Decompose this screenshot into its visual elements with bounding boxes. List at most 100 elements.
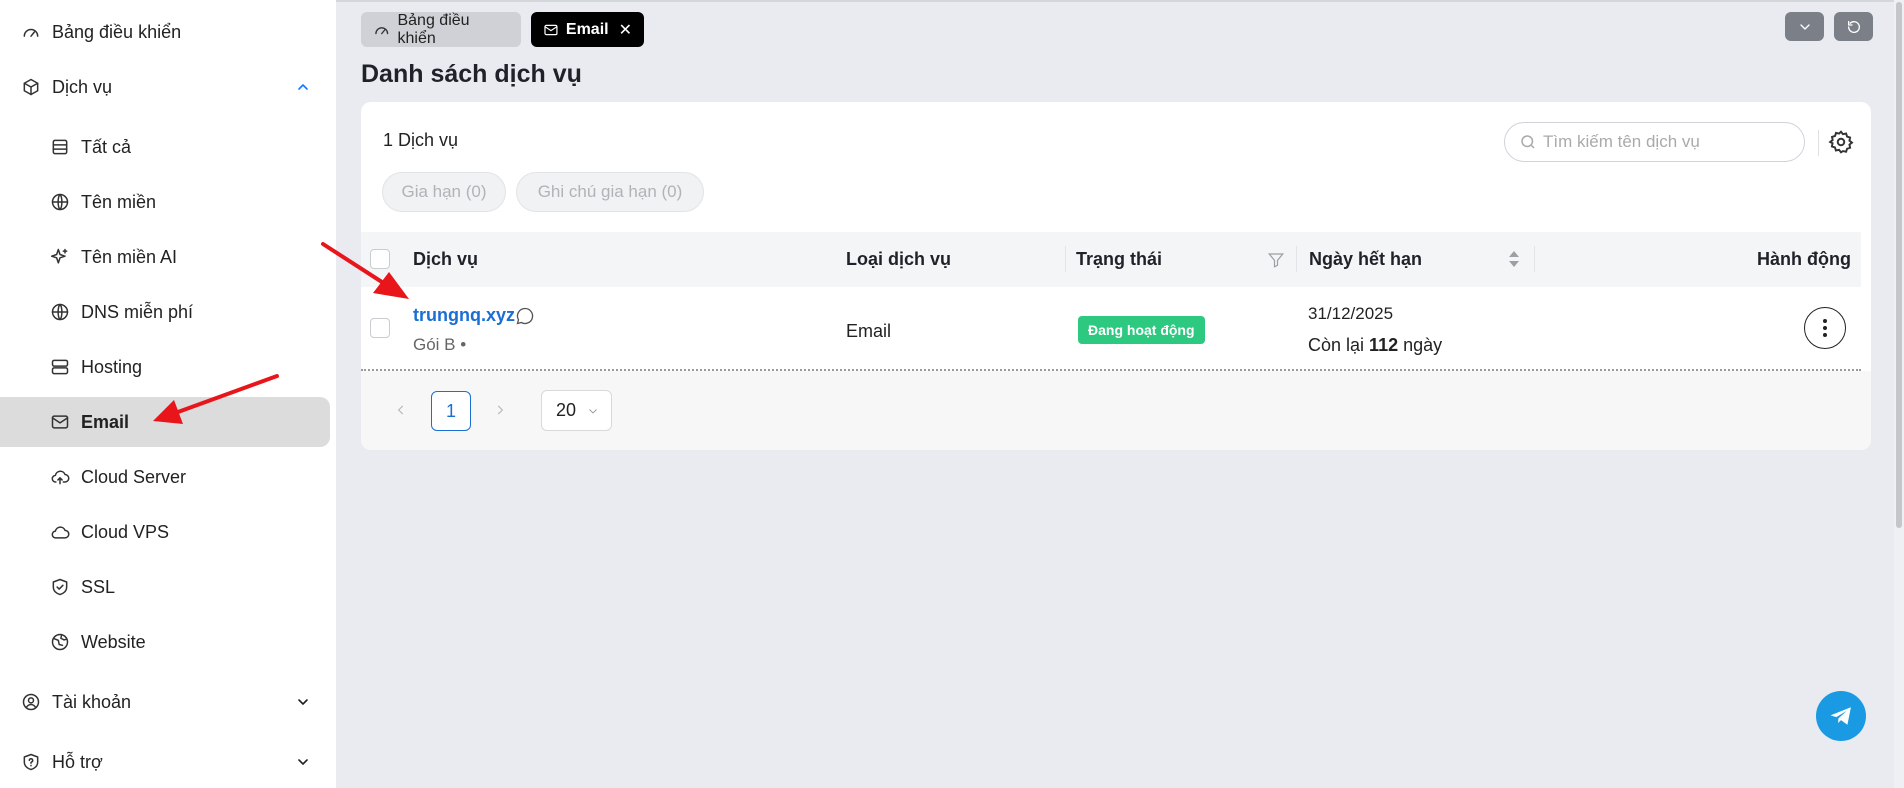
gauge-icon — [20, 21, 42, 43]
sidebar: Bảng điều khiển Dịch vụ Tất cả Tên miền … — [0, 0, 336, 788]
sidebar-item-label: Email — [81, 411, 130, 432]
chevron-left-icon — [397, 405, 404, 415]
sidebar-item-label: Tên miền — [81, 191, 157, 212]
column-type: Loại dịch vụ — [846, 249, 952, 269]
filter-icon[interactable] — [1267, 232, 1285, 287]
sidebar-item-ai-domain[interactable]: Tên miền AI — [0, 232, 330, 282]
service-type: Email — [846, 321, 892, 341]
page-size-select[interactable]: 20 — [541, 390, 612, 431]
shield-question-icon — [20, 751, 42, 773]
page-1-button[interactable]: 1 — [431, 391, 471, 431]
pagination: 1 20 — [361, 371, 1871, 450]
table-row: trungnq.xyz Gói B • Email Đang hoạt động… — [361, 287, 1861, 371]
tab-label: Email — [565, 20, 609, 38]
sidebar-item-label: SSL — [81, 576, 116, 597]
column-status: Trạng thái — [1076, 249, 1163, 269]
sidebar-item-cloud-vps[interactable]: Cloud VPS — [0, 507, 330, 557]
search-icon — [1521, 135, 1535, 149]
chat-icon[interactable] — [515, 306, 535, 331]
gauge-icon — [375, 26, 389, 34]
collapse-tabs-button[interactable] — [1785, 12, 1824, 41]
sidebar-item-dns[interactable]: DNS miễn phí — [0, 287, 330, 337]
search-placeholder: Tìm kiếm tên dịch vụ — [1543, 132, 1700, 151]
sidebar-item-ssl[interactable]: SSL — [0, 562, 330, 612]
status-badge: Đang hoạt động — [1078, 316, 1205, 344]
column-separator — [1534, 246, 1535, 272]
divider — [1818, 130, 1819, 156]
sparkle-icon — [49, 246, 71, 268]
sidebar-item-email[interactable]: Email — [0, 397, 330, 447]
gear-icon[interactable] — [1828, 129, 1854, 155]
server-icon — [49, 356, 71, 378]
sidebar-item-website[interactable]: Website — [0, 617, 330, 667]
mail-icon — [544, 24, 558, 35]
sidebar-item-label: Cloud VPS — [81, 521, 170, 542]
sidebar-item-label: Hosting — [81, 356, 143, 377]
sidebar-item-support[interactable]: Hỗ trợ — [0, 737, 336, 787]
filter-renew-note-button[interactable]: Ghi chú gia hạn (0) — [516, 172, 704, 212]
close-icon[interactable]: ✕ — [619, 20, 632, 40]
sidebar-item-account[interactable]: Tài khoản — [0, 677, 336, 727]
user-circle-icon — [20, 691, 42, 713]
remaining-days: Còn lại 112 ngày — [1308, 335, 1442, 356]
more-actions-button[interactable] — [1804, 307, 1846, 349]
tab-dashboard[interactable]: Bảng điều khiển — [361, 12, 521, 47]
sidebar-item-services[interactable]: Dịch vụ — [0, 62, 336, 112]
scrollbar-thumb[interactable] — [1896, 2, 1902, 528]
sidebar-item-label: Bảng điều khiển — [52, 21, 182, 42]
column-expiry[interactable]: Ngày hết hạn — [1309, 232, 1422, 287]
remaining-count: 112 — [1369, 335, 1399, 355]
globe-icon — [49, 191, 71, 213]
table-header: Dịch vụ Loại dịch vụ Trạng thái Ngày hết… — [361, 232, 1861, 287]
sidebar-item-label: Cloud Server — [81, 466, 187, 487]
expiry-date: 31/12/2025 — [1308, 304, 1394, 323]
chevron-down-icon — [1799, 23, 1810, 30]
chevron-up-icon[interactable] — [295, 79, 311, 95]
service-name-link[interactable]: trungnq.xyz — [413, 305, 515, 326]
chevron-right-icon — [497, 405, 504, 415]
refresh-icon — [1847, 20, 1860, 33]
sidebar-item-label: Tên miền AI — [81, 246, 178, 267]
sidebar-item-all[interactable]: Tất cả — [0, 122, 330, 172]
sidebar-item-label: Tài khoản — [52, 691, 132, 712]
box-icon — [20, 76, 42, 98]
cloud-upload-icon — [49, 466, 71, 488]
filter-renew-button[interactable]: Gia hạn (0) — [382, 172, 506, 212]
select-all-checkbox[interactable] — [370, 249, 390, 269]
remaining-prefix: Còn lại — [1308, 335, 1365, 355]
service-list-card: 1 Dịch vụ Tìm kiếm tên dịch vụ Gia hạn (… — [361, 102, 1871, 450]
top-border — [336, 0, 1894, 2]
column-separator — [1065, 246, 1066, 272]
mail-icon — [49, 411, 71, 433]
telegram-button[interactable] — [1816, 691, 1866, 741]
chevron-down-icon — [589, 409, 597, 414]
sidebar-item-cloud-server[interactable]: Cloud Server — [0, 452, 330, 502]
globe-icon — [49, 301, 71, 323]
page-size-value: 20 — [556, 400, 577, 420]
shield-check-icon — [49, 576, 71, 598]
tab-email[interactable]: Email ✕ — [531, 12, 644, 47]
tab-label: Bảng điều khiển — [397, 11, 470, 47]
remaining-suffix: ngày — [1403, 335, 1443, 355]
prev-page-button[interactable] — [389, 398, 413, 422]
column-separator — [1296, 246, 1297, 272]
sidebar-item-label: DNS miễn phí — [81, 301, 194, 322]
sidebar-item-domain[interactable]: Tên miền — [0, 177, 330, 227]
sidebar-item-label: Tất cả — [81, 136, 132, 157]
cloud-icon — [49, 521, 71, 543]
sidebar-item-label: Dịch vụ — [52, 76, 113, 97]
refresh-button[interactable] — [1834, 12, 1873, 41]
sidebar-item-dashboard[interactable]: Bảng điều khiển — [0, 7, 336, 57]
column-actions: Hành động — [1757, 249, 1851, 269]
chevron-down-icon[interactable] — [295, 754, 311, 770]
search-input[interactable]: Tìm kiếm tên dịch vụ — [1504, 122, 1805, 162]
website-icon — [49, 631, 71, 653]
next-page-button[interactable] — [488, 398, 512, 422]
scrollbar[interactable] — [1894, 0, 1904, 788]
chevron-down-icon[interactable] — [295, 694, 311, 710]
sort-icon[interactable] — [1507, 248, 1521, 275]
row-checkbox[interactable] — [370, 318, 390, 338]
page-title: Danh sách dịch vụ — [361, 60, 582, 88]
sidebar-item-hosting[interactable]: Hosting — [0, 342, 330, 392]
telegram-icon — [1830, 707, 1851, 725]
